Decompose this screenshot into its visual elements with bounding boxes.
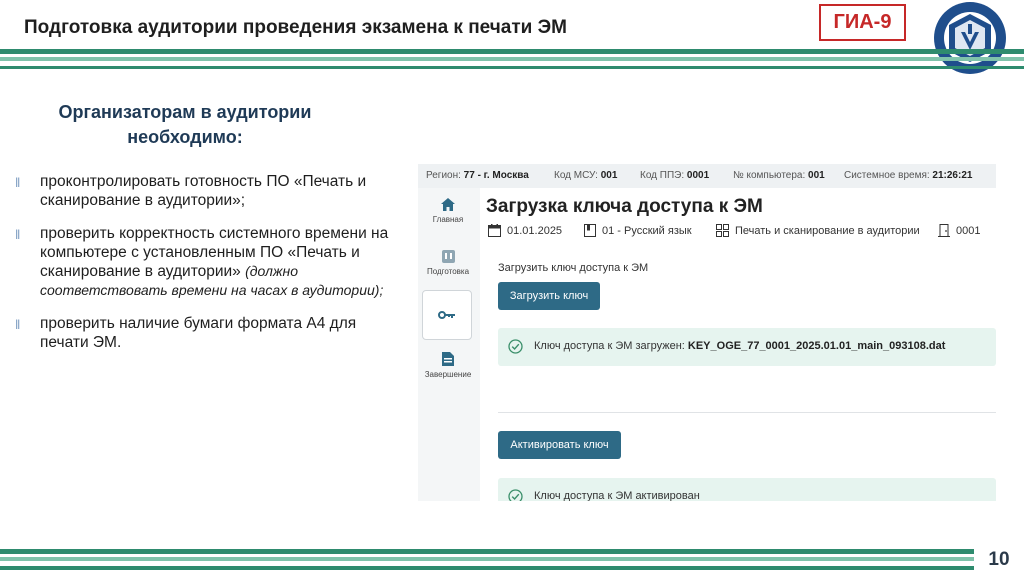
calendar-icon: [488, 224, 501, 237]
gia-badge: ГИА-9: [819, 4, 906, 41]
book-icon: [584, 224, 596, 237]
header-stripe: [0, 49, 1024, 54]
bullet-item: ‖ проверить корректность системного врем…: [14, 224, 394, 300]
bullet-marker-icon: ‖: [15, 227, 21, 242]
door-icon: [938, 224, 950, 237]
ppe-info: Код ППЭ: 0001: [640, 170, 710, 181]
msu-info: Код МСУ: 001: [554, 170, 618, 181]
meta-station: Печать и сканирование в аудитории: [716, 224, 920, 237]
app-main: Загрузка ключа доступа к ЭМ 01.01.2025 0…: [480, 188, 996, 501]
region-value: 77 - г. Москва: [463, 170, 529, 181]
subheading-line2: необходимо:: [127, 127, 243, 147]
meta-date: 01.01.2025: [488, 224, 562, 237]
bullet-marker-icon: ‖: [15, 317, 21, 332]
upload-key-label: Загрузить ключ доступа к ЭМ: [498, 262, 649, 274]
prepare-icon: [441, 250, 455, 263]
key-icon: [438, 311, 455, 319]
footer-stripe-thin: [0, 566, 1024, 570]
page-number: 10: [974, 545, 1024, 574]
meta-room: 0001: [938, 224, 980, 237]
sidebar-item-label: Подготовка: [426, 267, 470, 276]
footer-stripe-light: [0, 557, 1024, 561]
document-icon: [442, 352, 454, 366]
bullet-marker-icon: ‖: [15, 175, 21, 190]
pc-info: № компьютера: 001: [733, 170, 825, 181]
home-icon: [441, 198, 455, 211]
app-sidebar: Главная Подготовка Завершение: [418, 188, 478, 501]
sidebar-item-key[interactable]: [422, 290, 472, 340]
app-screenshot: Регион: 77 - г. Москва Код МСУ: 001 Код …: [418, 164, 996, 501]
sidebar-item-prepare[interactable]: Подготовка: [418, 250, 478, 276]
header-stripe-light: [0, 57, 1024, 61]
bullet-text: проверить корректность системного времен…: [40, 225, 389, 280]
activate-key-button[interactable]: Активировать ключ: [498, 431, 621, 459]
bullet-item: ‖ проконтролировать готовность ПО «Печат…: [14, 172, 394, 210]
key-loaded-message: Ключ доступа к ЭМ загружен: KEY_OGE_77_0…: [498, 328, 996, 366]
sidebar-item-home[interactable]: Главная: [418, 198, 478, 224]
upload-key-button[interactable]: Загрузить ключ: [498, 282, 600, 310]
app-topbar: Регион: 77 - г. Москва Код МСУ: 001 Код …: [418, 164, 996, 188]
grid-icon: [716, 224, 729, 237]
header-stripe-thin: [0, 66, 1024, 69]
footer-stripe: [0, 549, 1024, 554]
check-circle-icon: [508, 489, 523, 501]
time-info: Системное время: 21:26:21: [844, 170, 973, 181]
key-file-name: KEY_OGE_77_0001_2025.01.01_main_093108.d…: [687, 340, 946, 352]
subheading: Организаторам в аудитории необходимо:: [40, 100, 330, 150]
app-page-title: Загрузка ключа доступа к ЭМ: [486, 196, 763, 217]
bullet-list: ‖ проконтролировать готовность ПО «Печат…: [14, 172, 394, 366]
bullet-text: проконтролировать готовность ПО «Печать …: [40, 173, 367, 209]
pc-value: 001: [808, 170, 825, 181]
bullet-text: проверить наличие бумаги формата А4 для …: [40, 315, 357, 351]
key-loaded-prefix: Ключ доступа к ЭМ загружен:: [534, 340, 685, 352]
msu-value: 001: [600, 170, 618, 181]
sidebar-item-finish[interactable]: Завершение: [418, 352, 478, 379]
mcko-logo: [934, 2, 1006, 74]
section-divider: [498, 412, 996, 413]
check-circle-icon: [508, 339, 523, 354]
time-value: 21:26:21: [932, 170, 973, 181]
meta-subject: 01 - Русский язык: [584, 224, 692, 237]
slide-title: Подготовка аудитории проведения экзамена…: [24, 17, 567, 38]
bullet-item: ‖ проверить наличие бумаги формата А4 дл…: [14, 314, 394, 352]
region-info: Регион: 77 - г. Москва: [426, 170, 529, 181]
key-activated-message: Ключ доступа к ЭМ активирован: [498, 478, 996, 501]
subheading-line1: Организаторам в аудитории: [58, 102, 312, 122]
sidebar-item-label: Завершение: [424, 370, 472, 379]
key-activated-text: Ключ доступа к ЭМ активирован: [534, 490, 700, 501]
sidebar-item-label: Главная: [432, 215, 464, 224]
ppe-value: 0001: [686, 170, 710, 181]
